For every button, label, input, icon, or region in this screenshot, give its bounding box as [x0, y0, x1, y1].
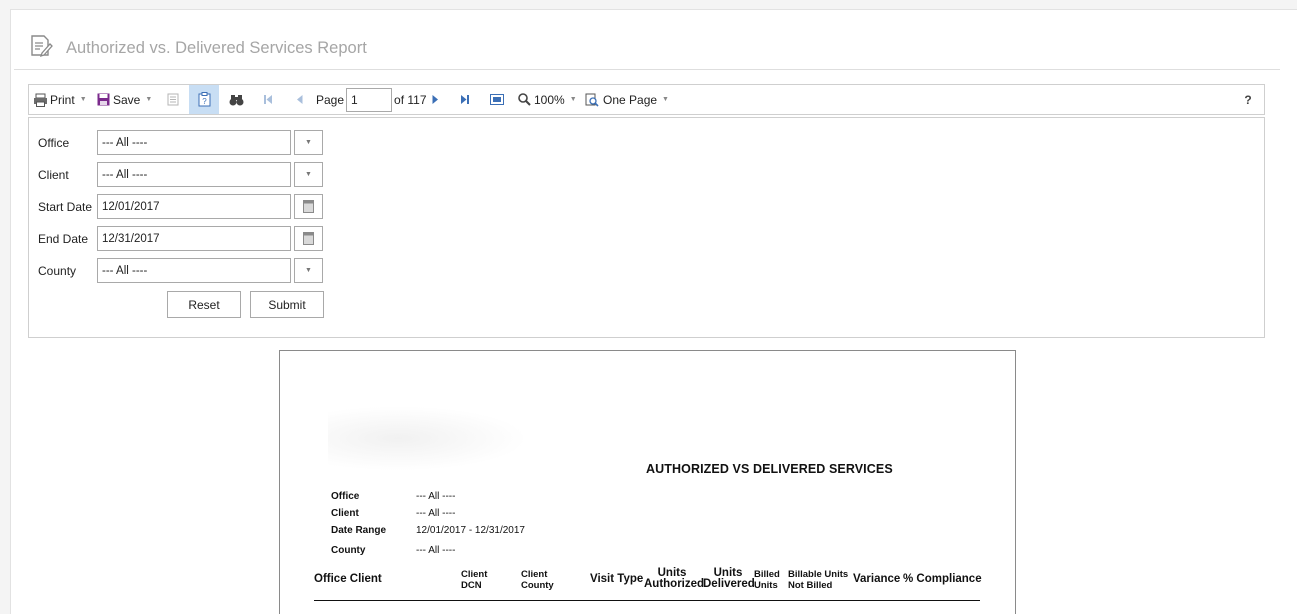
- report-title: AUTHORIZED VS DELIVERED SERVICES: [646, 462, 893, 476]
- column-header-visit-type: Visit Type: [590, 573, 644, 585]
- county-label: County: [38, 264, 77, 278]
- page-navigator: Page of 117: [316, 85, 427, 114]
- chevron-down-icon: ▼: [569, 96, 577, 103]
- page-total: of 117: [394, 92, 427, 107]
- printer-icon: [34, 93, 47, 107]
- county-dropdown-button[interactable]: ▼: [294, 258, 323, 283]
- magnifier-icon: [518, 93, 531, 106]
- start-date-field[interactable]: [97, 194, 291, 219]
- header-divider: [314, 600, 980, 601]
- end-date-field[interactable]: [97, 226, 291, 251]
- column-header-variance: Variance: [853, 573, 901, 585]
- page-title: Authorized vs. Delivered Services Report: [66, 39, 367, 57]
- parameters-panel: Office ▼ Client ▼ Start Date End Date Co…: [28, 117, 1265, 338]
- full-screen-button[interactable]: [488, 85, 506, 114]
- filter-value: --- All ----: [416, 508, 456, 519]
- full-screen-icon: [490, 94, 504, 105]
- start-date-calendar-button[interactable]: [294, 194, 323, 219]
- previous-page-icon: [296, 95, 302, 104]
- client-dropdown-button[interactable]: ▼: [294, 162, 323, 187]
- last-page-button[interactable]: [458, 85, 472, 114]
- filter-value: 12/01/2017 - 12/31/2017: [416, 525, 525, 536]
- calendar-icon: [303, 232, 314, 245]
- save-label: Save: [113, 92, 141, 107]
- page-number-input[interactable]: [346, 87, 393, 112]
- svg-text:?: ?: [202, 97, 207, 106]
- page-header: Authorized vs. Delivered Services Report: [14, 28, 1280, 70]
- office-select[interactable]: [97, 130, 291, 155]
- calendar-icon: [303, 200, 314, 213]
- column-header-billable-not-billed: Billable Units Not Billed: [788, 569, 849, 591]
- office-dropdown-button[interactable]: ▼: [294, 130, 323, 155]
- last-page-icon: [461, 95, 469, 104]
- parameters-icon: ?: [198, 92, 210, 107]
- report-page: AUTHORIZED VS DELIVERED SERVICES Office …: [279, 350, 1016, 614]
- end-date-label: End Date: [38, 232, 89, 246]
- page-view-icon: [585, 93, 599, 107]
- report-toolbar: Print ▼ Save ▼ ? Page 1 of 117 100% ▼ On…: [28, 84, 1265, 115]
- save-button[interactable]: Save ▼: [97, 85, 152, 114]
- document-map-button[interactable]: [164, 85, 182, 114]
- reset-button[interactable]: Reset: [167, 291, 241, 318]
- page-label: Page: [316, 92, 345, 107]
- chevron-down-icon: ▼: [662, 96, 669, 103]
- column-header-office-client: Office Client: [314, 573, 382, 585]
- county-select[interactable]: [97, 258, 291, 283]
- view-mode-label: One Page: [603, 92, 658, 107]
- column-header-units-authorized: Units Authorized: [644, 567, 705, 590]
- column-header-client-county: Client County: [521, 569, 554, 591]
- submit-button[interactable]: Submit: [250, 291, 324, 318]
- view-mode-dropdown[interactable]: One Page ▼: [585, 85, 669, 114]
- column-header-billed-units: Billed Units: [754, 569, 780, 591]
- next-page-button[interactable]: [428, 85, 442, 114]
- chevron-down-icon: ▼: [305, 139, 312, 146]
- filter-label: Client: [331, 508, 359, 519]
- first-page-icon: [264, 95, 272, 104]
- chevron-down-icon: ▼: [79, 96, 87, 103]
- filter-label: County: [331, 545, 366, 556]
- find-button[interactable]: [227, 85, 245, 114]
- report-edit-icon: [31, 35, 53, 58]
- end-date-calendar-button[interactable]: [294, 226, 323, 251]
- filter-value: --- All ----: [416, 545, 456, 556]
- help-button[interactable]: ?: [1241, 85, 1255, 114]
- filter-label: Date Range: [331, 525, 387, 536]
- column-header-compliance: % Compliance: [903, 573, 982, 585]
- office-label: Office: [38, 136, 70, 150]
- filter-label: Office: [331, 491, 360, 502]
- previous-page-button[interactable]: [293, 85, 305, 114]
- parameters-toggle-button[interactable]: ?: [189, 85, 219, 114]
- binoculars-icon: [229, 94, 243, 105]
- zoom-label: 100%: [534, 92, 565, 107]
- chevron-down-icon: ▼: [145, 96, 153, 103]
- company-logo: [328, 406, 528, 471]
- filter-value: --- All ----: [416, 491, 456, 502]
- client-label: Client: [38, 168, 69, 182]
- column-header-units-delivered: Units Delivered: [703, 567, 755, 590]
- floppy-disk-icon: [97, 93, 110, 106]
- chevron-down-icon: ▼: [305, 171, 312, 178]
- chevron-down-icon: ▼: [305, 267, 312, 274]
- print-button[interactable]: Print ▼: [33, 85, 87, 114]
- client-select[interactable]: [97, 162, 291, 187]
- zoom-dropdown[interactable]: 100% ▼: [518, 85, 577, 114]
- document-map-icon: [167, 93, 179, 106]
- print-label: Print: [50, 92, 75, 107]
- next-page-icon: [432, 95, 438, 104]
- first-page-button[interactable]: [261, 85, 275, 114]
- start-date-label: Start Date: [38, 200, 93, 214]
- column-header-client-dcn: Client DCN: [461, 569, 488, 591]
